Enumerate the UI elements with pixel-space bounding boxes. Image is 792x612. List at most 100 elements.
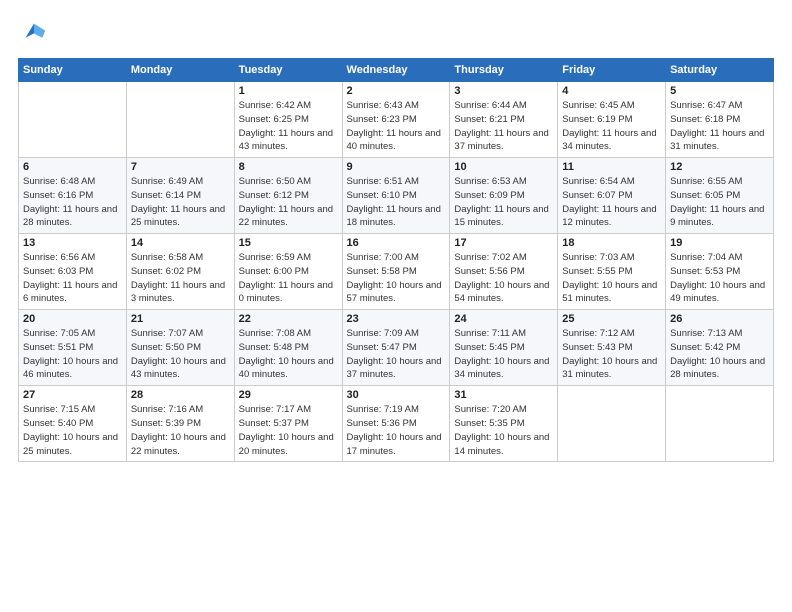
calendar-table: SundayMondayTuesdayWednesdayThursdayFrid… — [18, 58, 774, 462]
header — [18, 18, 774, 46]
week-row-2: 13 Sunrise: 6:56 AMSunset: 6:03 PMDayligh… — [19, 234, 774, 310]
day-info: Sunrise: 7:05 AMSunset: 5:51 PMDaylight:… — [23, 327, 122, 382]
week-row-3: 20 Sunrise: 7:05 AMSunset: 5:51 PMDayligh… — [19, 310, 774, 386]
day-info: Sunrise: 7:19 AMSunset: 5:36 PMDaylight:… — [347, 403, 446, 458]
day-cell: 18Sunrise: 7:03 AMSunset: 5:55 PMDayligh… — [558, 234, 666, 310]
day-number: 20 — [23, 313, 122, 325]
day-number: 6 — [23, 161, 122, 173]
day-info: Sunrise: 6:58 AMSunset: 6:02 PMDaylight:… — [131, 251, 230, 306]
day-info: Sunrise: 6:43 AMSunset: 6:23 PMDaylight:… — [347, 99, 446, 154]
day-cell: 1 Sunrise: 6:42 AMSunset: 6:25 PMDaylight… — [234, 82, 342, 158]
day-number: 29 — [239, 389, 338, 401]
day-cell: 3Sunrise: 6:44 AMSunset: 6:21 PMDaylight… — [450, 82, 558, 158]
day-cell — [558, 386, 666, 462]
day-info: Sunrise: 7:15 AMSunset: 5:40 PMDaylight:… — [23, 403, 122, 458]
day-number: 1 — [239, 85, 338, 97]
day-info: Sunrise: 6:54 AMSunset: 6:07 PMDaylight:… — [562, 175, 661, 230]
day-cell: 30 Sunrise: 7:19 AMSunset: 5:36 PMDayligh… — [342, 386, 450, 462]
day-number: 17 — [454, 237, 553, 249]
day-number: 30 — [347, 389, 446, 401]
day-number: 13 — [23, 237, 122, 249]
week-row-4: 27 Sunrise: 7:15 AMSunset: 5:40 PMDayligh… — [19, 386, 774, 462]
day-cell: 16Sunrise: 7:00 AMSunset: 5:58 PMDayligh… — [342, 234, 450, 310]
day-cell: 11Sunrise: 6:54 AMSunset: 6:07 PMDayligh… — [558, 158, 666, 234]
day-number: 14 — [131, 237, 230, 249]
day-info: Sunrise: 6:51 AMSunset: 6:10 PMDaylight:… — [347, 175, 446, 230]
day-number: 22 — [239, 313, 338, 325]
day-info: Sunrise: 7:07 AMSunset: 5:50 PMDaylight:… — [131, 327, 230, 382]
day-info: Sunrise: 7:16 AMSunset: 5:39 PMDaylight:… — [131, 403, 230, 458]
day-cell: 25 Sunrise: 7:12 AMSunset: 5:43 PMDayligh… — [558, 310, 666, 386]
day-info: Sunrise: 7:02 AMSunset: 5:56 PMDaylight:… — [454, 251, 553, 306]
week-row-1: 6 Sunrise: 6:48 AMSunset: 6:16 PMDaylight… — [19, 158, 774, 234]
day-cell: 22 Sunrise: 7:08 AMSunset: 5:48 PMDayligh… — [234, 310, 342, 386]
day-number: 23 — [347, 313, 446, 325]
day-cell: 2 Sunrise: 6:43 AMSunset: 6:23 PMDaylight… — [342, 82, 450, 158]
day-info: Sunrise: 7:00 AMSunset: 5:58 PMDaylight:… — [347, 251, 446, 306]
day-number: 10 — [454, 161, 553, 173]
day-info: Sunrise: 6:53 AMSunset: 6:09 PMDaylight:… — [454, 175, 553, 230]
day-info: Sunrise: 7:11 AMSunset: 5:45 PMDaylight:… — [454, 327, 553, 382]
day-info: Sunrise: 6:45 AMSunset: 6:19 PMDaylight:… — [562, 99, 661, 154]
day-cell: 15Sunrise: 6:59 AMSunset: 6:00 PMDayligh… — [234, 234, 342, 310]
day-cell: 26 Sunrise: 7:13 AMSunset: 5:42 PMDayligh… — [666, 310, 774, 386]
day-cell: 24 Sunrise: 7:11 AMSunset: 5:45 PMDayligh… — [450, 310, 558, 386]
day-number: 31 — [454, 389, 553, 401]
day-info: Sunrise: 6:48 AMSunset: 6:16 PMDaylight:… — [23, 175, 122, 230]
header-monday: Monday — [126, 59, 234, 82]
day-info: Sunrise: 6:59 AMSunset: 6:00 PMDaylight:… — [239, 251, 338, 306]
day-info: Sunrise: 7:04 AMSunset: 5:53 PMDaylight:… — [670, 251, 769, 306]
logo-bird-icon — [20, 18, 48, 46]
header-tuesday: Tuesday — [234, 59, 342, 82]
day-cell: 27 Sunrise: 7:15 AMSunset: 5:40 PMDayligh… — [19, 386, 127, 462]
day-info: Sunrise: 7:09 AMSunset: 5:47 PMDaylight:… — [347, 327, 446, 382]
day-info: Sunrise: 7:20 AMSunset: 5:35 PMDaylight:… — [454, 403, 553, 458]
day-cell: 23 Sunrise: 7:09 AMSunset: 5:47 PMDayligh… — [342, 310, 450, 386]
day-number: 27 — [23, 389, 122, 401]
day-info: Sunrise: 6:47 AMSunset: 6:18 PMDaylight:… — [670, 99, 769, 154]
day-number: 21 — [131, 313, 230, 325]
day-cell: 5 Sunrise: 6:47 AMSunset: 6:18 PMDaylight… — [666, 82, 774, 158]
header-thursday: Thursday — [450, 59, 558, 82]
day-cell: 8Sunrise: 6:50 AMSunset: 6:12 PMDaylight… — [234, 158, 342, 234]
day-cell: 31 Sunrise: 7:20 AMSunset: 5:35 PMDayligh… — [450, 386, 558, 462]
day-number: 7 — [131, 161, 230, 173]
day-number: 5 — [670, 85, 769, 97]
day-cell: 21 Sunrise: 7:07 AMSunset: 5:50 PMDayligh… — [126, 310, 234, 386]
day-info: Sunrise: 7:17 AMSunset: 5:37 PMDaylight:… — [239, 403, 338, 458]
day-info: Sunrise: 6:42 AMSunset: 6:25 PMDaylight:… — [239, 99, 338, 154]
day-number: 8 — [239, 161, 338, 173]
day-cell — [126, 82, 234, 158]
day-cell: 4Sunrise: 6:45 AMSunset: 6:19 PMDaylight… — [558, 82, 666, 158]
day-cell: 10 Sunrise: 6:53 AMSunset: 6:09 PMDayligh… — [450, 158, 558, 234]
day-number: 24 — [454, 313, 553, 325]
day-cell: 13 Sunrise: 6:56 AMSunset: 6:03 PMDayligh… — [19, 234, 127, 310]
header-wednesday: Wednesday — [342, 59, 450, 82]
day-cell: 20 Sunrise: 7:05 AMSunset: 5:51 PMDayligh… — [19, 310, 127, 386]
calendar-header-row: SundayMondayTuesdayWednesdayThursdayFrid… — [19, 59, 774, 82]
day-info: Sunrise: 6:44 AMSunset: 6:21 PMDaylight:… — [454, 99, 553, 154]
logo — [18, 18, 48, 46]
day-cell — [666, 386, 774, 462]
day-info: Sunrise: 6:56 AMSunset: 6:03 PMDaylight:… — [23, 251, 122, 306]
day-info: Sunrise: 7:12 AMSunset: 5:43 PMDaylight:… — [562, 327, 661, 382]
day-number: 28 — [131, 389, 230, 401]
day-cell: 28 Sunrise: 7:16 AMSunset: 5:39 PMDayligh… — [126, 386, 234, 462]
day-number: 25 — [562, 313, 661, 325]
week-row-0: 1 Sunrise: 6:42 AMSunset: 6:25 PMDaylight… — [19, 82, 774, 158]
day-cell: 9Sunrise: 6:51 AMSunset: 6:10 PMDaylight… — [342, 158, 450, 234]
day-info: Sunrise: 7:08 AMSunset: 5:48 PMDaylight:… — [239, 327, 338, 382]
page: SundayMondayTuesdayWednesdayThursdayFrid… — [0, 0, 792, 612]
day-cell: 7 Sunrise: 6:49 AMSunset: 6:14 PMDaylight… — [126, 158, 234, 234]
day-number: 12 — [670, 161, 769, 173]
day-info: Sunrise: 6:49 AMSunset: 6:14 PMDaylight:… — [131, 175, 230, 230]
day-cell — [19, 82, 127, 158]
day-info: Sunrise: 6:55 AMSunset: 6:05 PMDaylight:… — [670, 175, 769, 230]
day-number: 26 — [670, 313, 769, 325]
day-cell: 17 Sunrise: 7:02 AMSunset: 5:56 PMDayligh… — [450, 234, 558, 310]
day-number: 19 — [670, 237, 769, 249]
day-number: 2 — [347, 85, 446, 97]
header-friday: Friday — [558, 59, 666, 82]
header-saturday: Saturday — [666, 59, 774, 82]
day-info: Sunrise: 7:13 AMSunset: 5:42 PMDaylight:… — [670, 327, 769, 382]
